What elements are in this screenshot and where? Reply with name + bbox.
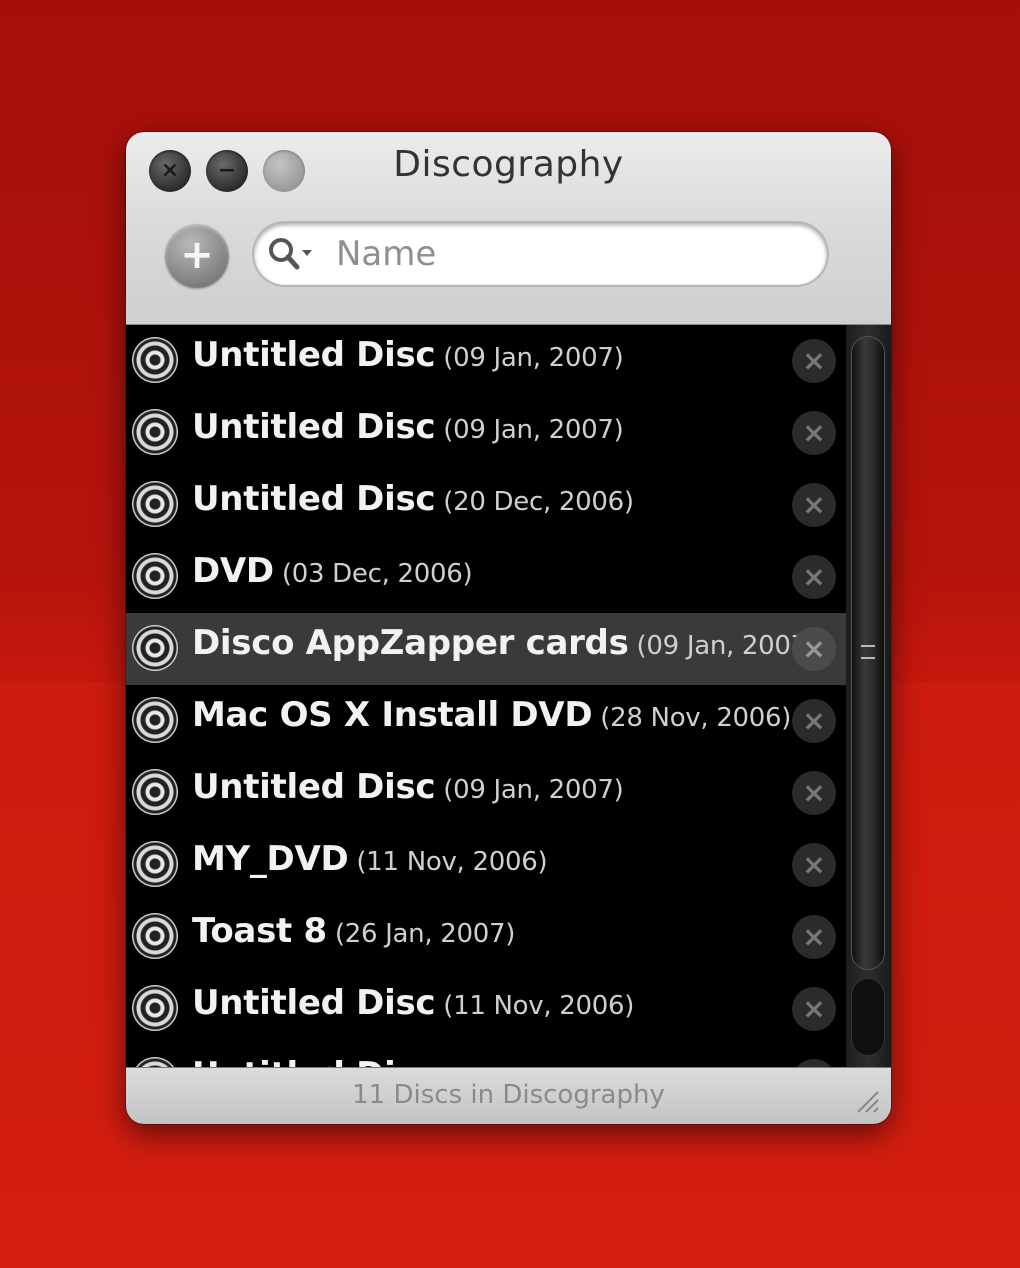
- disc-date: (09 Jan, 2007): [636, 631, 818, 661]
- disc-label: MY_DVD (11 Nov, 2006): [192, 839, 548, 879]
- remove-disc-button[interactable]: ×: [792, 699, 836, 743]
- disc-list: Untitled Disc (09 Jan, 2007) × Untitled Dis…: [126, 325, 846, 1067]
- disc-row[interactable]: DVD (03 Dec, 2006) ×: [126, 541, 846, 613]
- disc-name: Untitled Disc: [192, 983, 436, 1023]
- scrollbar[interactable]: [846, 325, 891, 1067]
- disc-date: (26 Jan, 2007): [334, 919, 516, 949]
- disc-label: Toast 8 (26 Jan, 2007): [192, 911, 515, 951]
- remove-disc-button[interactable]: ×: [792, 555, 836, 599]
- disc-icon: [132, 1057, 178, 1067]
- disc-icon: [132, 913, 178, 959]
- disc-icon: [132, 625, 178, 671]
- remove-disc-button[interactable]: ×: [792, 339, 836, 383]
- scroll-grip-icon: [861, 645, 875, 659]
- remove-disc-button[interactable]: ×: [792, 843, 836, 887]
- disc-row[interactable]: Untitled Disc (09 Jan, 2007) ×: [126, 757, 846, 829]
- remove-disc-button[interactable]: ×: [792, 771, 836, 815]
- disc-label: Untitled Disc (09 Jan, 2007): [192, 335, 624, 375]
- disc-name: Untitled Disc: [192, 767, 436, 807]
- disc-name: Toast 8: [192, 911, 327, 951]
- remove-disc-button[interactable]: ×: [792, 627, 836, 671]
- remove-disc-button[interactable]: ×: [792, 915, 836, 959]
- disc-icon: [132, 337, 178, 383]
- disc-name: Untitled Disc: [192, 407, 436, 447]
- disc-row[interactable]: MY_DVD (11 Nov, 2006) ×: [126, 829, 846, 901]
- disc-count-label: 11 Discs in Discography: [352, 1080, 665, 1110]
- disc-label: Untitled Disc (09 Jan, 2007): [192, 767, 624, 807]
- disc-name: Untitled Disc: [192, 479, 436, 519]
- disc-row[interactable]: Untitled Disc ×: [126, 1045, 846, 1067]
- disc-name: Disco AppZapper cards: [192, 623, 629, 663]
- disc-date: (11 Nov, 2006): [443, 991, 635, 1021]
- disc-icon: [132, 481, 178, 527]
- disc-name: Untitled Disc: [192, 335, 436, 375]
- disc-name: Untitled Disc: [192, 1055, 436, 1067]
- disc-icon: [132, 409, 178, 455]
- disc-row[interactable]: Mac OS X Install DVD (28 Nov, 2006) ×: [126, 685, 846, 757]
- disc-row[interactable]: Toast 8 (26 Jan, 2007) ×: [126, 901, 846, 973]
- remove-disc-button[interactable]: ×: [792, 987, 836, 1031]
- disc-row[interactable]: Untitled Disc (11 Nov, 2006) ×: [126, 973, 846, 1045]
- remove-disc-button[interactable]: ×: [792, 483, 836, 527]
- disc-label: Untitled Disc (09 Jan, 2007): [192, 407, 624, 447]
- search-field[interactable]: [254, 223, 827, 285]
- disc-name: MY_DVD: [192, 839, 349, 879]
- disc-date: (09 Jan, 2007): [443, 343, 624, 373]
- search-icon[interactable]: [266, 235, 316, 273]
- search-input[interactable]: [334, 231, 808, 277]
- remove-disc-button[interactable]: ×: [792, 1059, 836, 1067]
- add-disc-button[interactable]: +: [165, 224, 229, 288]
- disc-label: Mac OS X Install DVD (28 Nov, 2006): [192, 695, 791, 735]
- disc-row[interactable]: Untitled Disc (09 Jan, 2007) ×: [126, 325, 846, 397]
- remove-disc-button[interactable]: ×: [792, 411, 836, 455]
- scrollbar-track-end[interactable]: [852, 979, 884, 1055]
- disc-row[interactable]: Disco AppZapper cards (09 Jan, 2007) ×: [126, 613, 846, 685]
- disc-date: (09 Jan, 2007): [443, 775, 624, 805]
- disc-name: Mac OS X Install DVD: [192, 695, 593, 735]
- disc-row[interactable]: Untitled Disc (20 Dec, 2006) ×: [126, 469, 846, 541]
- disc-icon: [132, 769, 178, 815]
- title-bar: × − Discography +: [126, 132, 891, 325]
- disc-label: Untitled Disc (20 Dec, 2006): [192, 479, 634, 519]
- disc-date: (28 Nov, 2006): [600, 703, 792, 733]
- disc-icon: [132, 841, 178, 887]
- scrollbar-thumb[interactable]: [852, 337, 884, 969]
- disc-row[interactable]: Untitled Disc (09 Jan, 2007) ×: [126, 397, 846, 469]
- disc-icon: [132, 553, 178, 599]
- discography-window: × − Discography + Untitled Disc(09 Jan, …: [126, 132, 891, 1124]
- disc-date: (20 Dec, 2006): [443, 487, 634, 517]
- disc-name: DVD: [192, 551, 274, 591]
- resize-grip-icon[interactable]: [854, 1088, 880, 1114]
- disc-date: (03 Dec, 2006): [281, 559, 473, 589]
- disc-date: (09 Jan, 2007): [443, 415, 624, 445]
- disc-date: (11 Nov, 2006): [356, 847, 548, 877]
- disc-label: Untitled Disc (11 Nov, 2006): [192, 983, 634, 1023]
- disc-label: Disco AppZapper cards (09 Jan, 2007): [192, 623, 817, 663]
- disc-icon: [132, 985, 178, 1031]
- disc-label: DVD (03 Dec, 2006): [192, 551, 473, 591]
- disc-icon: [132, 697, 178, 743]
- window-title: Discography: [393, 144, 624, 185]
- disc-label: Untitled Disc: [192, 1055, 443, 1067]
- status-bar: 11 Discs in Discography: [126, 1067, 891, 1124]
